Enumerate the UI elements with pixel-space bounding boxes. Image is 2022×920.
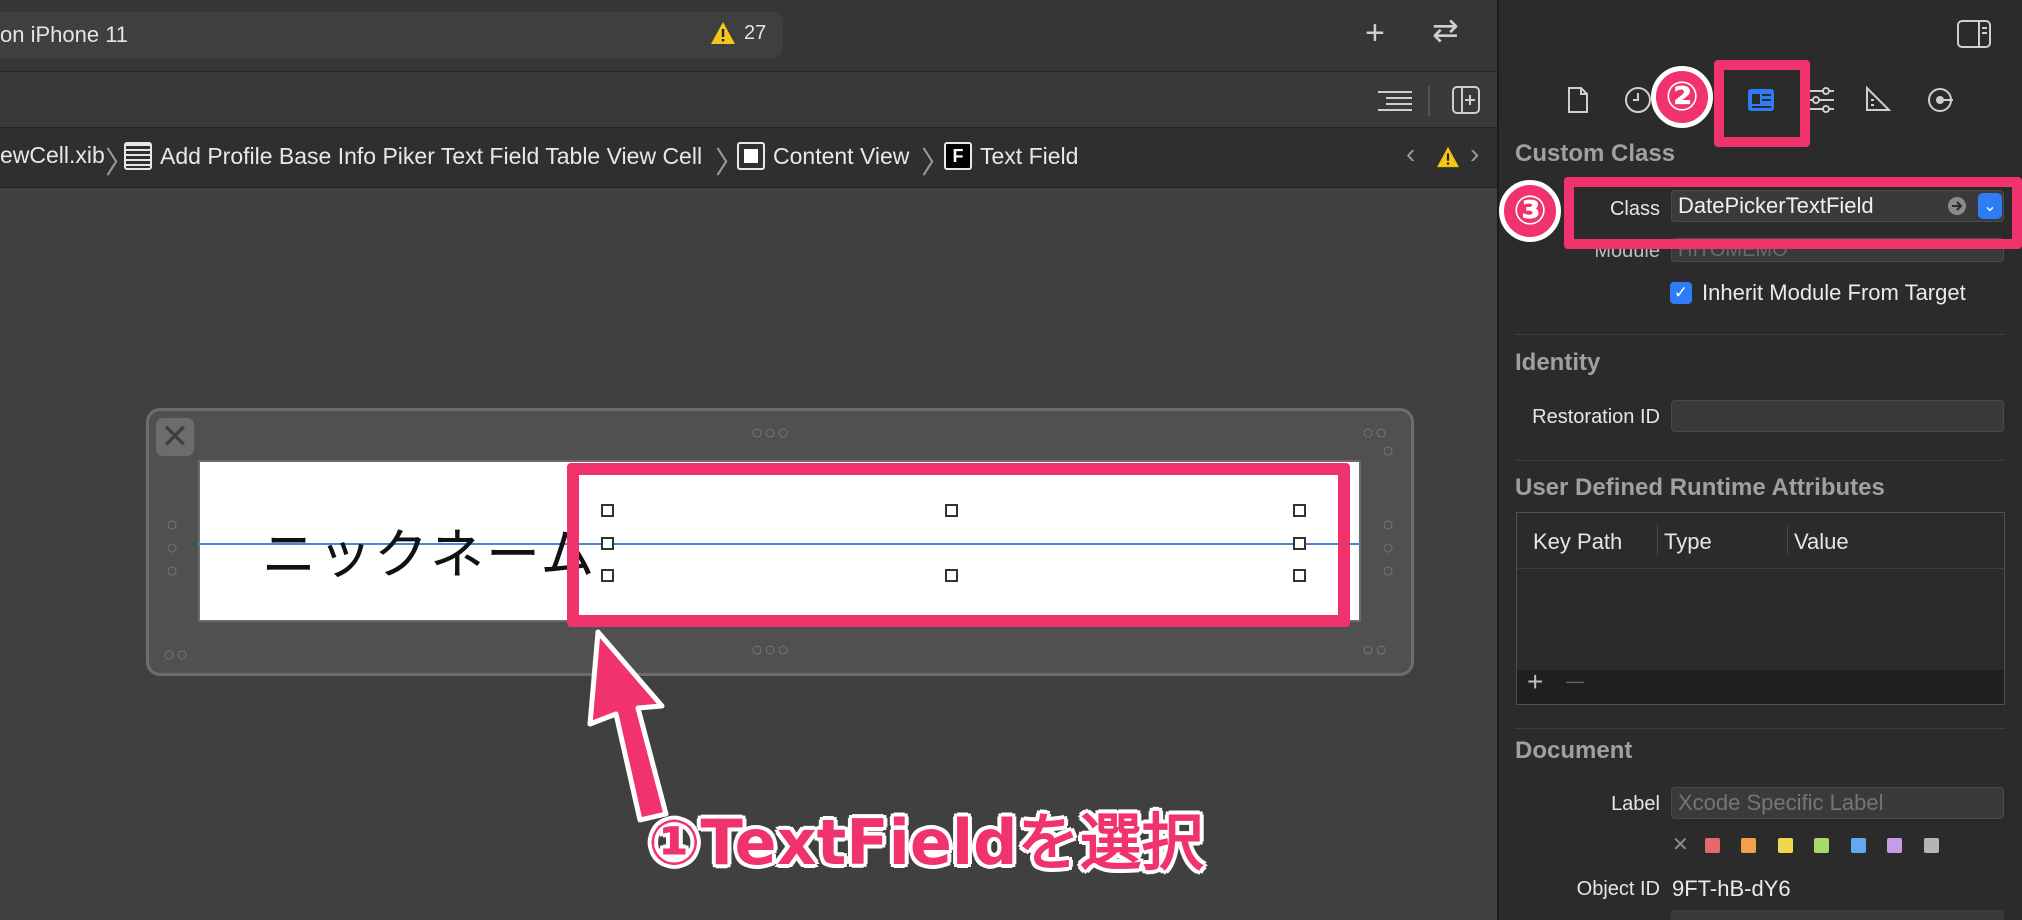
checkmark-icon: ✓ <box>1670 282 1692 304</box>
restoration-id-field[interactable] <box>1671 400 2004 432</box>
step3-badge: ③ <box>1499 180 1561 242</box>
add-attribute-button[interactable]: + <box>1527 668 1543 696</box>
breadcrumb-item-file[interactable]: ewCell.xib <box>0 142 105 169</box>
column-key-path[interactable]: Key Path <box>1533 529 1622 555</box>
identity-title: Identity <box>1515 349 1601 376</box>
close-cell-icon[interactable]: ✕ <box>156 418 194 456</box>
color-swatch-red[interactable] <box>1705 838 1720 853</box>
connections-inspector-icon[interactable] <box>1926 86 1954 114</box>
warning-icon <box>711 22 735 44</box>
swap-arrows-icon[interactable]: ⇄ <box>1432 14 1459 46</box>
color-swatch-gray[interactable] <box>1924 838 1939 853</box>
column-divider <box>1657 525 1658 555</box>
size-inspector-icon[interactable] <box>1865 86 1891 112</box>
warning-badge[interactable]: 27 <box>710 21 766 45</box>
editor-options-bar <box>0 72 1497 128</box>
add-editor-icon[interactable] <box>1452 86 1480 114</box>
runtime-attributes-title: User Defined Runtime Attributes <box>1515 474 1885 501</box>
add-library-icon[interactable]: + <box>1365 16 1385 50</box>
resize-dots-icon: ○○ <box>1362 639 1389 661</box>
warning-count: 27 <box>744 21 767 44</box>
resize-dots-icon: ○○○ <box>751 639 791 661</box>
scheme-run-destination: on iPhone 11 <box>0 22 129 47</box>
document-title: Document <box>1515 737 1633 764</box>
resize-dots-icon: ○○○ <box>161 514 183 583</box>
resize-dots-icon: ○○○ <box>1377 514 1399 583</box>
remove-attribute-button[interactable]: — <box>1566 672 1584 690</box>
step2-badge: ② <box>1651 66 1713 128</box>
object-id-label: Object ID <box>1576 878 1660 900</box>
activity-view[interactable]: on iPhone 11 27 <box>0 12 783 58</box>
highlight-class-field <box>1564 177 2022 249</box>
window-toolbar: on iPhone 11 27 + ⇄ <box>0 0 1497 72</box>
attributes-inspector-icon[interactable] <box>1808 86 1834 114</box>
column-divider <box>1787 525 1788 555</box>
color-swatch-blue[interactable] <box>1851 838 1866 853</box>
text-field-icon: F <box>944 142 972 170</box>
object-id-value: 9FT-hB-dY6 <box>1672 876 1791 901</box>
document-label-input[interactable] <box>1671 787 2004 819</box>
step1-caption: ①TextFieldを選択 <box>648 806 1204 879</box>
toolbar-divider <box>1428 86 1430 116</box>
toggle-inspector-icon[interactable] <box>1957 20 1991 48</box>
column-type[interactable]: Type <box>1664 529 1712 555</box>
breadcrumb-item-content-view[interactable]: Content View <box>737 142 909 170</box>
nav-forward-icon[interactable]: › <box>1470 138 1479 170</box>
editor-options-icon[interactable] <box>1378 90 1412 114</box>
nav-back-icon[interactable]: ‹ <box>1406 138 1415 170</box>
column-value[interactable]: Value <box>1794 529 1849 555</box>
table-cell-icon <box>124 142 152 170</box>
custom-class-title: Custom Class <box>1515 140 1676 167</box>
file-inspector-icon[interactable] <box>1567 86 1589 114</box>
inherit-module-checkbox[interactable]: ✓ Inherit Module From Target <box>1670 280 1966 306</box>
section-divider <box>1515 460 2005 461</box>
resize-dots-icon: ○ <box>1377 440 1399 463</box>
resize-dots-icon: ○○ <box>163 644 190 666</box>
restoration-id-label: Restoration ID <box>1532 406 1660 428</box>
color-swatch-orange[interactable] <box>1741 838 1756 853</box>
nickname-label[interactable]: ニックネーム <box>262 510 596 589</box>
lock-popup[interactable] <box>1671 910 2004 920</box>
resize-dots-icon: ○○○ <box>751 422 791 444</box>
document-label-label: Label <box>1611 793 1660 815</box>
highlight-identity-tab <box>1714 60 1810 147</box>
section-divider <box>1515 728 2005 729</box>
view-icon <box>737 142 765 170</box>
breadcrumb-item-text-field[interactable]: F Text Field <box>944 142 1078 170</box>
breadcrumb: ewCell.xib 〉 Add Profile Base Info Piker… <box>0 128 1497 188</box>
history-inspector-icon[interactable] <box>1624 86 1652 114</box>
color-swatch-green[interactable] <box>1814 838 1829 853</box>
color-swatch-yellow[interactable] <box>1778 838 1793 853</box>
section-divider <box>1515 334 2005 335</box>
breadcrumb-item-cell[interactable]: Add Profile Base Info Piker Text Field T… <box>124 142 702 170</box>
clear-color-icon[interactable]: ✕ <box>1672 835 1689 855</box>
warning-icon[interactable] <box>1436 146 1460 168</box>
highlight-text-field <box>567 463 1350 627</box>
color-swatch-purple[interactable] <box>1887 838 1902 853</box>
table-footer <box>1517 670 2004 704</box>
